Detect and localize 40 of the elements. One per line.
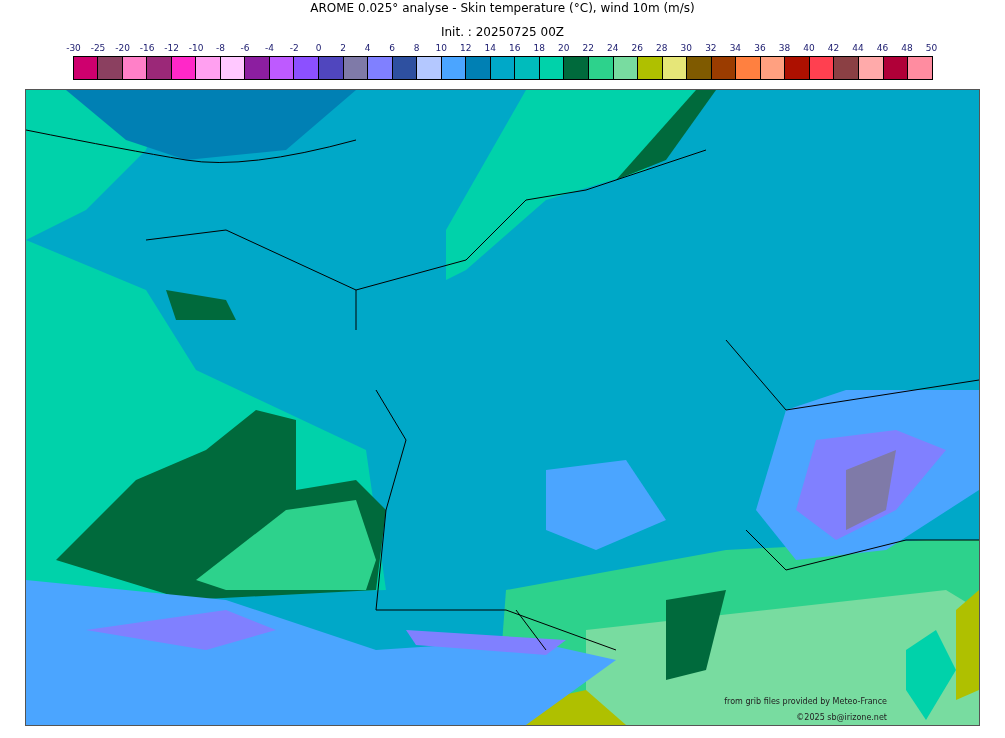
chart-title: AROME 0.025° analyse - Skin temperature (°C), wind 10m (m/s)	[310, 0, 695, 16]
scale-label: 34	[729, 42, 742, 54]
scale-label: 38	[778, 42, 791, 54]
scale-label: 50	[925, 42, 938, 54]
scale-label: 44	[852, 42, 864, 54]
scale-label: 2	[340, 42, 346, 54]
scale-label: 28	[656, 42, 668, 54]
scale-label: -2	[289, 42, 299, 54]
scale-label: 10	[435, 42, 447, 54]
scale-label: 46	[876, 42, 889, 54]
scale-label: 48	[901, 42, 913, 54]
chart-subtitle: Init. : 20250725 00Z	[440, 24, 565, 40]
scale-label: -8	[216, 42, 226, 54]
scale-label: 32	[705, 42, 717, 54]
copyright-text: ©2025 sb@irizone.net	[796, 713, 887, 723]
scale-label: 16	[509, 42, 521, 54]
scale-label: 14	[484, 42, 496, 54]
scale-label: 24	[607, 42, 619, 54]
scale-label: -4	[265, 42, 275, 54]
scale-label: -20	[115, 42, 130, 54]
scale-label: 6	[389, 42, 396, 54]
scale-label: 40	[803, 42, 815, 54]
scale-label: 4	[364, 42, 371, 54]
scale-label: 0	[315, 42, 322, 54]
scale-label: -10	[188, 42, 204, 54]
scale-label: 12	[460, 42, 472, 54]
scale-label: 22	[582, 42, 594, 54]
scale-label: 36	[754, 42, 766, 54]
scale-label: 30	[680, 42, 693, 54]
scale-label: 20	[558, 42, 570, 54]
scale-label: -16	[139, 42, 155, 54]
scale-label: -30	[66, 42, 81, 54]
scale-label: 18	[533, 42, 545, 54]
scale-label: -12	[164, 42, 179, 54]
scale-label: -25	[90, 42, 106, 54]
scale-label: 26	[631, 42, 644, 54]
scale-label: 8	[413, 42, 420, 54]
scale-label: -6	[240, 42, 250, 54]
source-credit: from grib files provided by Meteo-France	[724, 697, 887, 707]
scale-label: 42	[827, 42, 840, 54]
